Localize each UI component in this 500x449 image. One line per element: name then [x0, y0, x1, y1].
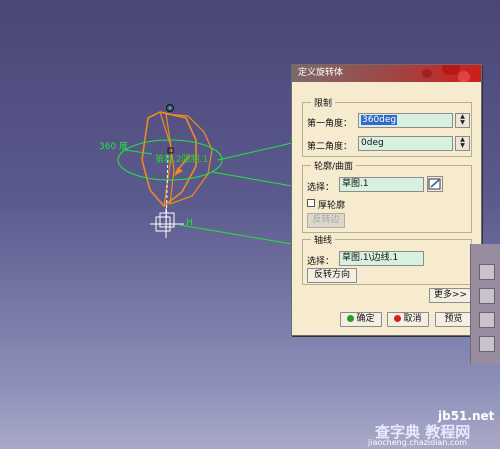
spin-down-icon[interactable]: ▼ [456, 143, 469, 149]
axis-group: 轴线 选择： 草图.1\边线.1 反转方向 [302, 233, 472, 285]
axis-group-title: 轴线 [311, 233, 336, 246]
pole-marker [168, 106, 172, 110]
second-angle-label: 第二角度： [307, 142, 353, 152]
toolbar-button[interactable] [479, 288, 495, 304]
second-angle-spinner[interactable]: ▲ ▼ [455, 136, 470, 151]
thick-profile-checkbox[interactable] [307, 199, 315, 207]
profile-selection-label: 选择： [307, 183, 335, 193]
first-angle-value: 360deg [361, 115, 398, 125]
ok-button[interactable]: 确定 [340, 312, 382, 327]
dialog-title: 定义旋转体 [298, 68, 344, 78]
thick-profile-label: 厚轮廓 [318, 201, 346, 211]
toolbar-button[interactable] [479, 312, 495, 328]
axis-selection-field[interactable]: 草图.1\边线.1 [339, 251, 424, 266]
first-angle-field[interactable]: 360deg [358, 113, 453, 128]
preview-button[interactable]: 预览 [435, 312, 472, 327]
second-angle-field[interactable]: 0deg [358, 136, 453, 151]
cancel-icon [394, 315, 402, 322]
sketch-edit-icon[interactable] [427, 176, 443, 192]
axis-system-icon [150, 208, 184, 238]
axis-selection-label: 选择： [307, 257, 335, 267]
dialog-titlebar[interactable]: 定义旋转体 [292, 65, 481, 82]
cancel-button[interactable]: 取消 [387, 312, 429, 327]
profile-selection-field[interactable]: 草图.1 [339, 177, 424, 192]
toolbar-button[interactable] [479, 336, 495, 352]
watermark-url: jiaocheng.chazidian.com [368, 438, 468, 447]
revolve-dialog: 定义旋转体 限制 第一角度： 360deg ▲ ▼ 第二角度： 0deg ▲ ▼ 轮… [291, 64, 482, 336]
limit-label[interactable]: 第制.2限制.1 [155, 152, 208, 165]
spin-down-icon[interactable]: ▼ [456, 120, 469, 126]
cancel-label: 取消 [403, 314, 422, 324]
leader-line [217, 142, 293, 161]
first-angle-label: 第一角度： [307, 119, 353, 129]
profile-group-title: 轮廓/曲面 [311, 159, 357, 172]
more-button[interactable]: 更多>> [429, 288, 472, 303]
reverse-direction-button[interactable]: 反转方向 [307, 268, 357, 283]
axis-h-label: H [186, 218, 193, 228]
direction-arrowhead [174, 167, 183, 176]
ok-icon [347, 315, 355, 322]
limits-group: 限制 第一角度： 360deg ▲ ▼ 第二角度： 0deg ▲ ▼ [302, 96, 472, 157]
first-angle-spinner[interactable]: ▲ ▼ [455, 113, 470, 128]
side-toolbar [470, 244, 500, 364]
reverse-side-button[interactable]: 反转边 [307, 213, 345, 228]
profile-group: 轮廓/曲面 选择： 草图.1 厚轮廓 反转边 [302, 159, 472, 233]
ok-label: 确定 [356, 314, 375, 324]
toolbar-button[interactable] [479, 264, 495, 280]
limits-group-title: 限制 [311, 96, 336, 109]
leader-line [211, 171, 293, 187]
angle-dimension-label[interactable]: 360 度 [99, 139, 128, 152]
leader-line [124, 149, 153, 155]
leader-line [179, 224, 293, 245]
